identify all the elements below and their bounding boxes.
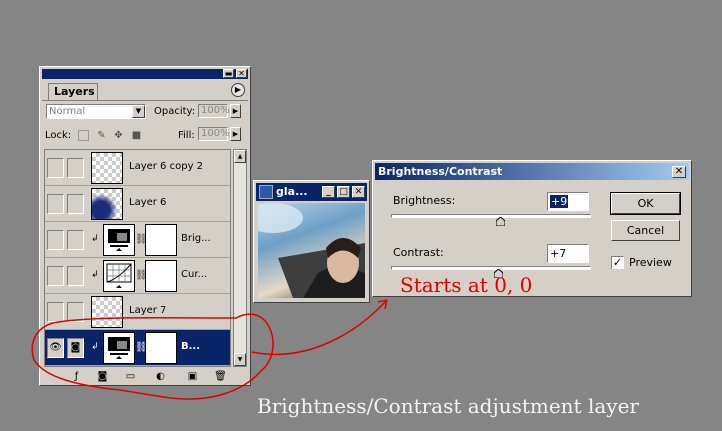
brightness-slider-track[interactable] <box>391 214 591 226</box>
trash-icon[interactable]: 🗑 <box>214 371 227 383</box>
new-adjustment-layer-icon[interactable]: ◐ <box>154 371 167 383</box>
panel-menu-icon[interactable]: ▶ <box>231 83 245 97</box>
layer-row[interactable]: Layer 7 <box>45 294 230 330</box>
opacity-label: Opacity: <box>154 106 196 117</box>
visibility-toggle[interactable] <box>47 230 64 250</box>
image-window: gla... _ □ ✕ <box>253 180 370 303</box>
tab-divider <box>42 100 248 101</box>
brightness-input[interactable]: +9 <box>547 192 589 211</box>
fill-arrow-icon[interactable]: ▶ <box>230 127 241 141</box>
layer-name: Cur... <box>181 269 208 280</box>
visibility-toggle[interactable] <box>47 194 64 214</box>
dialog-title: Brightness/Contrast <box>378 165 503 178</box>
contrast-input[interactable]: +7 <box>547 244 589 263</box>
lock-icon[interactable]: ■ <box>131 130 142 141</box>
layers-panel-titlebar[interactable]: ▬ ✕ <box>42 69 248 79</box>
mask-icon[interactable]: ◙ <box>67 338 84 358</box>
minimize-icon[interactable]: _ <box>322 186 335 198</box>
layers-list: Layer 6 copy 2 Layer 6 ↲ ⛓ Brig... ↲ ⛓ C… <box>44 149 231 367</box>
link-toggle[interactable] <box>67 230 84 250</box>
layer-name: Layer 7 <box>129 305 167 316</box>
scroll-up-icon[interactable]: ▲ <box>234 150 246 163</box>
brush-icon[interactable]: ✎ <box>96 130 107 141</box>
preview-checkbox[interactable]: ✓ <box>611 256 624 269</box>
layer-name: Layer 6 copy 2 <box>129 161 204 172</box>
layer-style-icon[interactable]: ƒ <box>70 371 83 383</box>
opacity-arrow-icon[interactable]: ▶ <box>230 104 241 118</box>
clip-arrow-icon: ↲ <box>91 234 99 244</box>
layer-row-selected[interactable]: 👁 ◙ ↲ ⛓ B... <box>45 330 230 366</box>
scroll-down-icon[interactable]: ▼ <box>234 353 246 366</box>
dialog-titlebar[interactable]: Brightness/Contrast ✕ <box>375 163 689 180</box>
layer-name: Layer 6 <box>129 197 167 208</box>
ok-button[interactable]: OK <box>610 192 681 215</box>
lock-label: Lock: <box>45 130 72 141</box>
annotation-arrow-line <box>251 299 388 356</box>
cancel-button[interactable]: Cancel <box>611 220 680 241</box>
layer-row[interactable]: ↲ ⛓ Brig... <box>45 222 230 258</box>
visibility-toggle[interactable] <box>47 266 64 286</box>
visibility-toggle[interactable] <box>47 302 64 322</box>
layers-scrollbar[interactable]: ▲ ▼ <box>233 149 247 367</box>
minimize-icon[interactable]: ▬ <box>223 69 234 78</box>
move-icon[interactable]: ✥ <box>113 130 124 141</box>
preview-label: Preview <box>629 256 672 269</box>
fill-label: Fill: <box>178 130 195 141</box>
document-canvas[interactable] <box>258 203 365 298</box>
contrast-slider-track[interactable] <box>391 266 591 278</box>
layer-mask-thumbnail <box>145 332 177 364</box>
link-toggle[interactable] <box>67 194 84 214</box>
brightness-value: +9 <box>550 195 569 208</box>
lock-transparency-icon[interactable] <box>78 130 89 141</box>
image-window-titlebar[interactable]: gla... _ □ ✕ <box>256 183 367 201</box>
brightness-adjustment-icon <box>103 224 135 256</box>
image-window-title: gla... <box>276 185 308 198</box>
close-icon[interactable]: ✕ <box>352 186 365 198</box>
link-toggle[interactable] <box>67 302 84 322</box>
layer-thumbnail <box>91 188 123 220</box>
fill-field[interactable]: 100% <box>198 127 230 141</box>
contrast-value: +7 <box>550 247 567 260</box>
visibility-toggle[interactable] <box>47 158 64 178</box>
layer-mask-thumbnail <box>145 260 177 292</box>
app-icon <box>259 185 273 199</box>
layer-row[interactable]: ↲ ⛓ Cur... <box>45 258 230 294</box>
annotation-red-note: Starts at 0, 0 <box>400 273 533 297</box>
layer-thumbnail <box>91 152 123 184</box>
caption-text: Brightness/Contrast adjustment layer <box>257 394 639 418</box>
brightness-slider-thumb[interactable] <box>495 217 505 226</box>
close-icon[interactable]: ✕ <box>236 69 247 78</box>
clip-arrow-icon: ↲ <box>91 342 99 352</box>
chevron-down-icon[interactable]: ▼ <box>132 105 145 118</box>
eye-icon[interactable]: 👁 <box>47 338 64 358</box>
layer-name: B... <box>181 341 201 352</box>
new-set-icon[interactable]: ▭ <box>124 371 137 383</box>
blend-mode-select[interactable]: Normal ▼ <box>46 104 146 119</box>
maximize-icon[interactable]: □ <box>337 186 350 198</box>
blend-mode-value: Normal <box>49 106 86 117</box>
layers-panel: ▬ ✕ Layers ▶ Normal ▼ Opacity: 100% ▶ Lo… <box>39 66 251 386</box>
layer-mask-thumbnail <box>145 224 177 256</box>
layer-row[interactable]: Layer 6 <box>45 186 230 222</box>
annotation-arrow-head <box>377 299 388 310</box>
link-toggle[interactable] <box>67 266 84 286</box>
tab-layers[interactable]: Layers <box>48 83 98 101</box>
layer-thumbnail <box>91 296 123 328</box>
new-layer-icon[interactable]: ▣ <box>186 371 199 383</box>
brightness-adjustment-icon <box>103 332 135 364</box>
layer-row[interactable]: Layer 6 copy 2 <box>45 150 230 186</box>
curves-adjustment-icon <box>103 260 135 292</box>
layer-name: Brig... <box>181 233 211 244</box>
contrast-label: Contrast: <box>393 246 444 259</box>
clip-arrow-icon: ↲ <box>91 270 99 280</box>
opacity-field[interactable]: 100% <box>198 104 230 118</box>
close-icon[interactable]: ✕ <box>672 166 686 178</box>
add-mask-icon[interactable]: ◙ <box>96 371 109 383</box>
brightness-label: Brightness: <box>393 194 456 207</box>
link-toggle[interactable] <box>67 158 84 178</box>
